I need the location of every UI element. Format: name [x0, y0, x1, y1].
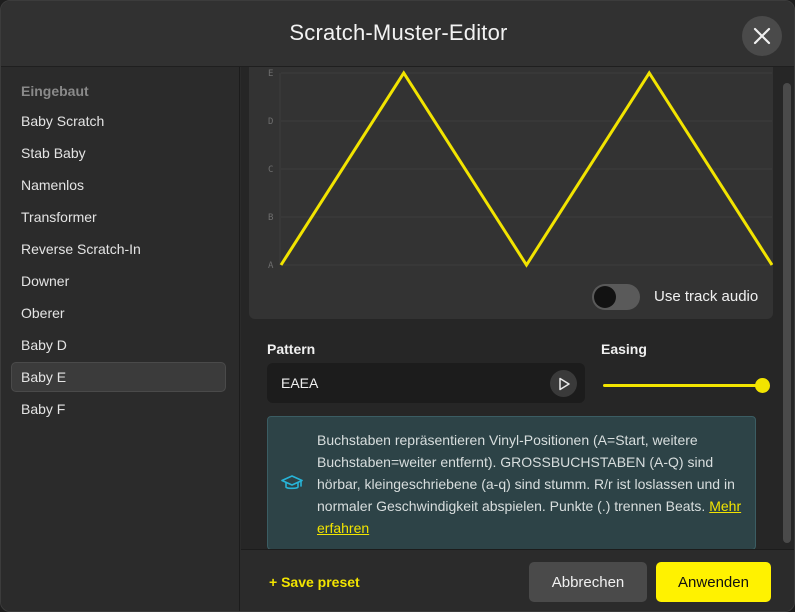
- graduation-cap-icon: [281, 475, 303, 490]
- save-preset-button[interactable]: + Save preset: [269, 574, 360, 590]
- apply-button[interactable]: Anwenden: [656, 562, 771, 602]
- dialog-footer: + Save preset Abbrechen Anwenden: [241, 549, 794, 611]
- y-tick-label: A: [268, 261, 274, 271]
- scrollbar[interactable]: [783, 83, 791, 543]
- sidebar-item-baby-f[interactable]: Baby F: [11, 394, 226, 424]
- pattern-input[interactable]: [281, 363, 541, 403]
- sidebar-item-transformer[interactable]: Transformer: [11, 202, 226, 232]
- pattern-field: [267, 363, 585, 403]
- scratch-pattern-dialog: Scratch-Muster-Editor Eingebaut Baby Scr…: [0, 0, 795, 612]
- editor-main: A B C D E Use track audio Pattern Easing EAE…: [241, 67, 794, 550]
- title-bar: Scratch-Muster-Editor: [1, 1, 794, 67]
- pattern-chart-panel: A B C D E Use track audio: [249, 67, 773, 319]
- sidebar-heading: Eingebaut: [21, 83, 89, 99]
- use-track-audio-toggle[interactable]: [592, 284, 640, 310]
- preset-list: Baby Scratch Stab Baby Namenlos Transfor…: [11, 106, 226, 426]
- easing-slider-thumb[interactable]: [755, 378, 770, 393]
- sidebar-item-namenlos[interactable]: Namenlos: [11, 170, 226, 200]
- sidebar-item-downer[interactable]: Downer: [11, 266, 226, 296]
- y-tick-label: D: [268, 117, 273, 127]
- toggle-knob: [594, 286, 616, 308]
- sidebar-item-baby-e[interactable]: Baby E: [11, 362, 226, 392]
- sidebar-item-reverse-scratch-in[interactable]: Reverse Scratch-In: [11, 234, 226, 264]
- play-button[interactable]: [550, 370, 577, 397]
- info-description: Buchstaben repräsentieren Vinyl-Position…: [317, 432, 735, 514]
- cancel-button[interactable]: Abbrechen: [529, 562, 647, 602]
- y-tick-label: B: [268, 213, 273, 223]
- dialog-title: Scratch-Muster-Editor: [289, 20, 508, 45]
- easing-slider[interactable]: [603, 376, 771, 396]
- play-icon: [558, 377, 570, 390]
- use-track-audio-label: Use track audio: [654, 288, 759, 305]
- info-box: Buchstaben repräsentieren Vinyl-Position…: [267, 416, 756, 550]
- easing-slider-track: [603, 384, 763, 387]
- easing-label: Easing: [601, 341, 647, 357]
- preset-sidebar: Eingebaut Baby Scratch Stab Baby Namenlo…: [1, 67, 240, 611]
- sidebar-item-baby-scratch[interactable]: Baby Scratch: [11, 106, 226, 136]
- y-tick-label: C: [268, 165, 273, 175]
- y-tick-label: E: [268, 69, 273, 79]
- info-text: Buchstaben repräsentieren Vinyl-Position…: [317, 429, 747, 539]
- close-button[interactable]: [742, 16, 782, 56]
- close-icon: [753, 27, 771, 45]
- pattern-label: Pattern: [267, 341, 316, 357]
- sidebar-item-baby-d[interactable]: Baby D: [11, 330, 226, 360]
- sidebar-item-stab-baby[interactable]: Stab Baby: [11, 138, 226, 168]
- pattern-chart: A B C D E: [268, 69, 773, 271]
- sidebar-item-oberer[interactable]: Oberer: [11, 298, 226, 328]
